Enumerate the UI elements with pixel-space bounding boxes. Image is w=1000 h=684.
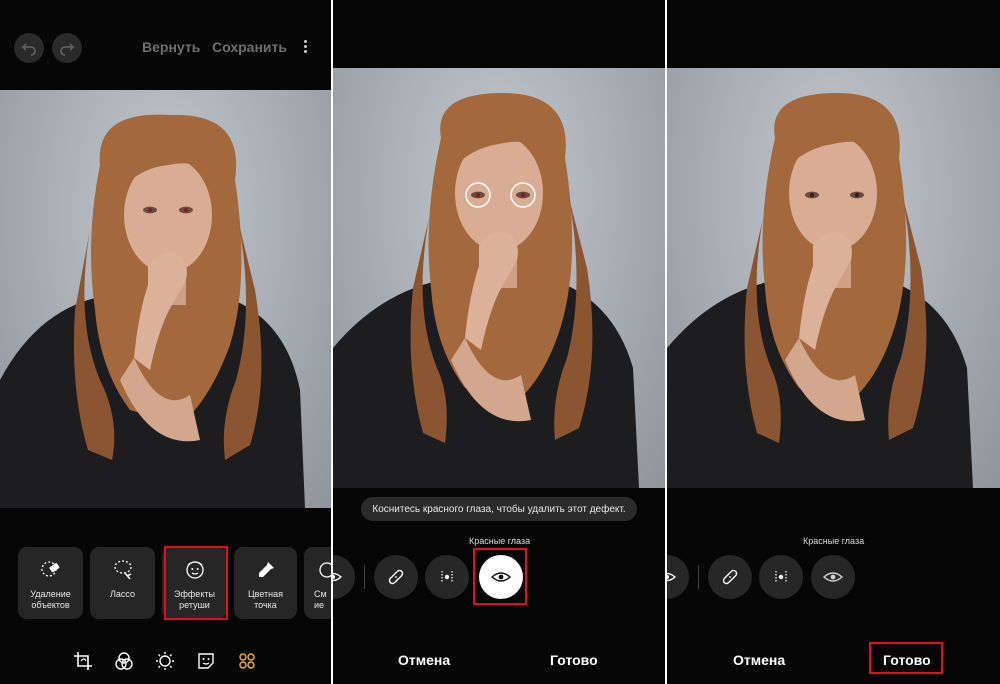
divider bbox=[364, 565, 365, 589]
brightness-icon[interactable] bbox=[154, 650, 176, 672]
blemish-icon bbox=[775, 571, 787, 583]
red-eye-highlight-box bbox=[473, 548, 527, 605]
divider bbox=[698, 565, 699, 589]
revert-button[interactable]: Вернуть bbox=[142, 39, 200, 55]
color-point-label: Цветная точка bbox=[247, 589, 283, 610]
undo-icon bbox=[21, 43, 36, 56]
done-button[interactable]: Готово bbox=[550, 652, 598, 668]
lasso-label: Лассо bbox=[109, 589, 136, 599]
mode-label: Красные глаза bbox=[469, 536, 531, 546]
redo-button[interactable] bbox=[52, 33, 82, 63]
color-picker-icon bbox=[253, 557, 279, 583]
partial-tool-icon bbox=[314, 557, 331, 583]
done-highlight-box bbox=[869, 642, 943, 674]
bandage-icon bbox=[388, 569, 404, 585]
redo-icon bbox=[60, 43, 75, 56]
object-eraser-card[interactable]: Удаление объектов bbox=[18, 547, 83, 619]
more-options-icon[interactable] bbox=[298, 38, 312, 56]
editor-panel-tools: Вернуть Сохранить Удаление объектов Ласс… bbox=[0, 0, 331, 684]
filters-icon[interactable] bbox=[113, 650, 135, 672]
portrait-photo bbox=[333, 93, 639, 488]
object-eraser-label: Удаление объектов bbox=[30, 589, 71, 610]
partial-tool-card[interactable]: См ие bbox=[304, 547, 331, 619]
red-eye-button[interactable] bbox=[811, 555, 855, 599]
bandage-button[interactable] bbox=[708, 555, 752, 599]
partial-eye-button[interactable] bbox=[667, 555, 689, 599]
portrait-photo bbox=[0, 114, 305, 508]
cancel-button[interactable]: Отмена bbox=[733, 652, 785, 668]
color-point-card[interactable]: Цветная точка bbox=[234, 547, 297, 619]
lasso-icon bbox=[110, 557, 136, 583]
photo-canvas[interactable] bbox=[0, 90, 331, 508]
blemish-button[interactable] bbox=[759, 555, 803, 599]
save-button[interactable]: Сохранить bbox=[212, 39, 287, 55]
lasso-card[interactable]: Лассо bbox=[90, 547, 155, 619]
cancel-button[interactable]: Отмена bbox=[398, 652, 450, 668]
photo-canvas[interactable] bbox=[667, 68, 1000, 488]
portrait-photo bbox=[667, 93, 973, 488]
retouch-highlight-box bbox=[164, 546, 228, 620]
bandage-icon bbox=[722, 569, 738, 585]
editor-panel-red-eye: Коснитесь красного глаза, чтобы удалить … bbox=[333, 0, 665, 684]
partial-eye-icon bbox=[667, 572, 676, 582]
sticker-icon[interactable] bbox=[195, 650, 217, 672]
crop-icon[interactable] bbox=[72, 650, 94, 672]
blemish-button[interactable] bbox=[425, 555, 469, 599]
photo-canvas[interactable] bbox=[333, 68, 665, 488]
mode-label: Красные глаза bbox=[803, 536, 865, 546]
undo-button[interactable] bbox=[14, 33, 44, 63]
editor-panel-result: Красные глаза Отмена Готово bbox=[667, 0, 1000, 684]
partial-tool-label: См ие bbox=[314, 589, 327, 610]
more-tools-icon[interactable] bbox=[236, 650, 258, 672]
object-eraser-icon bbox=[38, 557, 64, 583]
blemish-icon bbox=[441, 571, 453, 583]
hint-tooltip: Коснитесь красного глаза, чтобы удалить … bbox=[361, 497, 637, 521]
partial-eye-button[interactable] bbox=[333, 555, 355, 599]
partial-eye-icon bbox=[333, 572, 342, 582]
red-eye-icon bbox=[823, 572, 843, 582]
bandage-button[interactable] bbox=[374, 555, 418, 599]
